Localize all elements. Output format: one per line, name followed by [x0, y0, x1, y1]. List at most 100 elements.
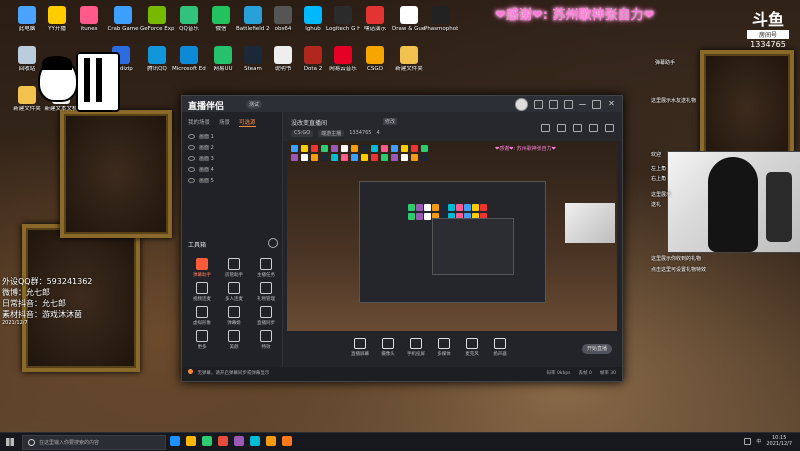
- taskbar-app-icon[interactable]: [218, 436, 228, 446]
- stream-tag[interactable]: 端游主播: [318, 130, 345, 137]
- fullscreen-icon[interactable]: [605, 124, 614, 132]
- window-titlebar[interactable]: 直播伴侣 测试 ✕: [182, 96, 622, 112]
- start-stream-button[interactable]: 开始直播: [582, 344, 612, 354]
- eye-icon[interactable]: [188, 134, 195, 139]
- tool-label: 礼物管理: [257, 297, 275, 302]
- toolbox-item[interactable]: 主播任务: [250, 258, 282, 278]
- toolbox-item[interactable]: 虚拟形象: [186, 306, 218, 326]
- windows-start-icon[interactable]: [6, 438, 14, 446]
- scene-item[interactable]: 画面 2: [182, 142, 282, 153]
- control-button[interactable]: 手机投屏: [401, 338, 431, 357]
- menu-icon[interactable]: [564, 100, 573, 109]
- skin-icon[interactable]: [549, 100, 558, 109]
- settings-icon[interactable]: [589, 124, 598, 132]
- desktop-icon[interactable]: 新建文件夹: [392, 46, 426, 73]
- record-icon[interactable]: [573, 124, 582, 132]
- input-language[interactable]: 中: [756, 438, 761, 445]
- scene-item[interactable]: 画面 1: [182, 131, 282, 142]
- mini-icon: [408, 204, 415, 211]
- desktop-icon[interactable]: 网易UU: [206, 46, 240, 73]
- toolbox-item[interactable]: 美颜: [218, 330, 250, 350]
- close-icon[interactable]: ✕: [607, 100, 616, 109]
- taskbar-app-icon[interactable]: [170, 436, 180, 446]
- tray-overflow-icon[interactable]: [744, 437, 752, 445]
- desktop-icon[interactable]: 说明书: [266, 46, 300, 73]
- stream-preview-canvas[interactable]: ❤感谢❤: 苏州歌神张自力❤: [287, 141, 617, 331]
- tab-sources[interactable]: 可选源: [239, 118, 256, 127]
- toolbox-item[interactable]: 弹幕助手: [186, 258, 218, 278]
- tool-icon: [260, 330, 272, 342]
- taskbar-search-input[interactable]: 在这里输入你要搜索的内容: [22, 435, 166, 450]
- toolbox-item[interactable]: 直播同步: [250, 306, 282, 326]
- eye-icon[interactable]: [188, 178, 195, 183]
- control-button[interactable]: 麦克风: [457, 338, 487, 357]
- desktop-icon[interactable]: lghub: [296, 6, 330, 33]
- notification-icon[interactable]: [534, 100, 543, 109]
- toolbox-item[interactable]: 更多: [186, 330, 218, 350]
- edit-title-button[interactable]: 修改: [383, 118, 398, 125]
- scene-label: 画面 5: [199, 178, 214, 184]
- control-button[interactable]: 直播屏幕: [345, 338, 375, 357]
- stat-dropped-frames: 丢帧 0: [578, 371, 592, 376]
- scene-item[interactable]: 画面 3: [182, 153, 282, 164]
- toolbox-item[interactable]: 特效: [250, 330, 282, 350]
- control-label: 摄像头: [381, 352, 395, 357]
- control-button[interactable]: 扬声器: [485, 338, 515, 357]
- control-button[interactable]: 摄像头: [373, 338, 403, 357]
- screenshot-icon[interactable]: [557, 124, 566, 132]
- app-icon: [114, 6, 132, 24]
- desktop-icon[interactable]: Steam: [236, 46, 270, 73]
- tool-label: 视频连麦: [193, 297, 211, 302]
- desktop-icon[interactable]: GeForce Experience: [140, 6, 174, 33]
- desktop-icon[interactable]: Logitech G HUB: [326, 6, 360, 33]
- mini-icon: [291, 145, 298, 152]
- desktop-icon[interactable]: CSGO: [358, 46, 392, 73]
- desktop-icon[interactable]: 微信: [204, 6, 238, 33]
- user-avatar[interactable]: [515, 98, 528, 111]
- desktop-icon[interactable]: 嘿话演示: [358, 6, 392, 33]
- desktop-icon[interactable]: Phasmophobia: [424, 6, 458, 33]
- toolbox-item[interactable]: 房管助手: [218, 258, 250, 278]
- scene-item[interactable]: 画面 4: [182, 164, 282, 175]
- eye-icon[interactable]: [188, 167, 195, 172]
- toolbox-item[interactable]: 礼物管理: [250, 282, 282, 302]
- toolbox-item[interactable]: 弹幕姬: [218, 306, 250, 326]
- eye-icon[interactable]: [188, 145, 195, 150]
- taskbar-app-icon[interactable]: [250, 436, 260, 446]
- desktop-icon[interactable]: Dota 2: [296, 46, 330, 73]
- control-button[interactable]: 多媒体: [429, 338, 459, 357]
- minimize-icon[interactable]: [579, 100, 586, 105]
- desktop-icon[interactable]: 腾讯QQ: [140, 46, 174, 73]
- toolbox-item[interactable]: 多人连麦: [218, 282, 250, 302]
- taskbar-app-icon[interactable]: [186, 436, 196, 446]
- taskbar-app-icon[interactable]: [202, 436, 212, 446]
- taskbar-app-icon[interactable]: [234, 436, 244, 446]
- toolbox-settings-icon[interactable]: [268, 238, 278, 248]
- taskbar-app-icon[interactable]: [266, 436, 276, 446]
- taskbar-clock[interactable]: 10:15 2021/12/7: [766, 435, 792, 447]
- scene-item[interactable]: 画面 5: [182, 175, 282, 186]
- desktop-icon[interactable]: YY开播: [40, 6, 74, 33]
- preview-desktop-icons: [291, 145, 429, 161]
- eye-icon[interactable]: [188, 156, 195, 161]
- desktop-icon[interactable]: Battlefield 2042: [236, 6, 270, 33]
- desktop-icon[interactable]: Draw & Guess: [392, 6, 426, 33]
- tab-my-scenes[interactable]: 我的场景: [188, 118, 210, 127]
- desktop-icon[interactable]: 此电脑: [10, 6, 44, 33]
- toolbox-item[interactable]: 视频连麦: [186, 282, 218, 302]
- tool-label: 特效: [261, 345, 271, 350]
- desktop-icon[interactable]: obs64: [266, 6, 300, 33]
- desktop-icon[interactable]: 网易云音乐: [326, 46, 360, 73]
- app-icon: [366, 6, 384, 24]
- desktop-icon[interactable]: itunes: [72, 6, 106, 33]
- status-notice: 无弹幕，请开启弹幕同步或弹幕显示: [197, 371, 270, 376]
- maximize-icon[interactable]: [592, 100, 601, 109]
- share-icon[interactable]: [541, 124, 550, 132]
- game-category[interactable]: CS:GO: [291, 130, 314, 137]
- desktop-icon[interactable]: QQ音乐: [172, 6, 206, 33]
- desktop-icon[interactable]: Crab Game: [106, 6, 140, 33]
- desktop-icon[interactable]: Microsoft Edge: [172, 46, 206, 73]
- painting-frame-center: [60, 110, 172, 238]
- taskbar-app-icon[interactable]: [282, 436, 292, 446]
- tab-scenes[interactable]: 场景: [219, 118, 230, 127]
